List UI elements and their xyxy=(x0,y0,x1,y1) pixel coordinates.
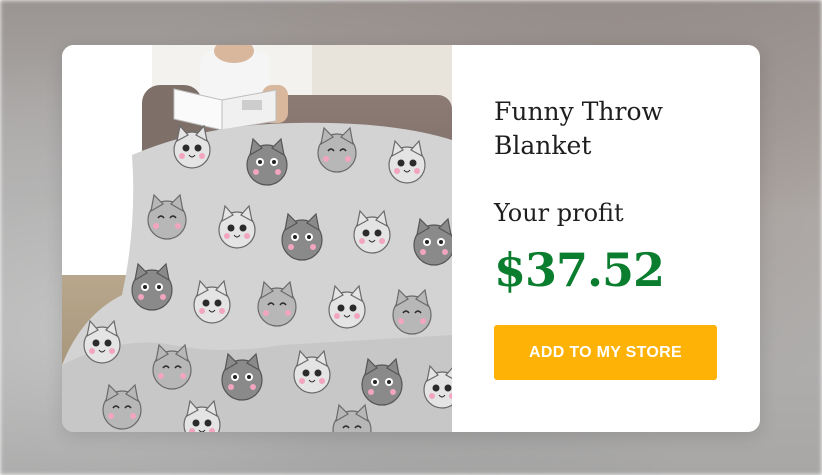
product-image xyxy=(62,45,452,432)
product-title: Funny Throw Blanket xyxy=(494,97,663,160)
product-card: Funny Throw Blanket Your profit $37.52 A… xyxy=(62,45,760,432)
product-info: Funny Throw Blanket Your profit $37.52 A… xyxy=(494,45,734,432)
add-to-store-button[interactable]: ADD TO MY STORE xyxy=(494,325,717,380)
blanket-photo xyxy=(62,45,452,432)
profit-value: $37.52 xyxy=(494,243,665,297)
profit-label: Your profit xyxy=(494,199,624,227)
